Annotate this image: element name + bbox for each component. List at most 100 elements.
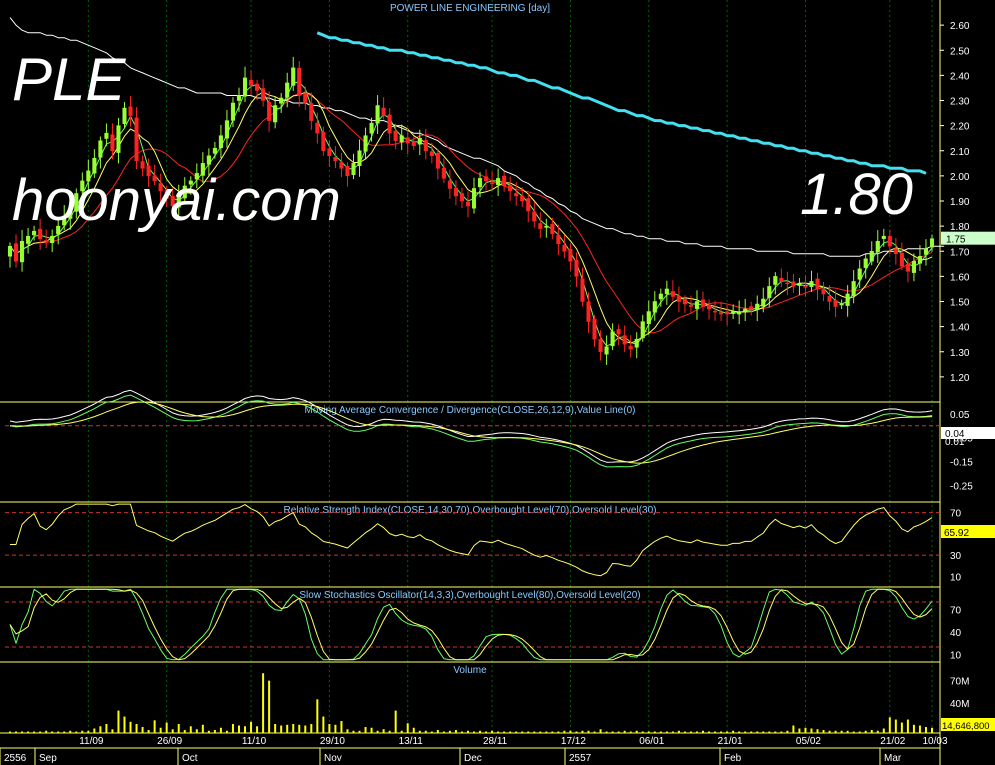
rsi-tick-label: 70 — [950, 509, 962, 520]
volume-bar — [780, 731, 783, 733]
candle-body — [411, 141, 416, 146]
x-axis-date-label: 21/01 — [718, 736, 743, 747]
candle-body — [893, 248, 898, 255]
volume-bar — [57, 731, 60, 733]
volume-bar — [135, 724, 138, 733]
macd-tick-label: -0.15 — [950, 458, 973, 469]
candle-body — [580, 278, 585, 302]
volume-bar — [189, 726, 192, 733]
volume-bar — [111, 729, 114, 733]
volume-bar — [388, 730, 391, 733]
rsi-tick-label: 30 — [950, 551, 962, 562]
volume-bar — [340, 721, 343, 733]
volume-bar — [153, 720, 156, 733]
x-axis-month-label: 2557 — [569, 753, 592, 764]
candle-body — [568, 248, 573, 262]
volume-bar — [479, 730, 482, 733]
candle-body — [50, 235, 55, 244]
volume-bar — [732, 730, 735, 733]
chart-canvas: POWER LINE ENGINEERING [day] Moving Avera… — [0, 0, 995, 765]
candle-body — [899, 252, 904, 267]
volume-bar — [39, 731, 42, 733]
volume-bar — [888, 717, 891, 733]
volume-bar — [171, 729, 174, 733]
x-axis-month-label: Dec — [464, 753, 482, 764]
candle-body — [273, 105, 278, 123]
candle-body — [218, 135, 223, 149]
volume-bar — [87, 730, 90, 733]
rsi-value-label: 65.92 — [944, 528, 969, 539]
volume-bar — [599, 729, 602, 733]
candle-body — [502, 175, 507, 187]
volume-bar — [906, 719, 909, 733]
macd-tick-label: 0.05 — [950, 410, 970, 421]
volume-bar — [99, 726, 102, 733]
candle-body — [471, 188, 477, 209]
price-tick-label: 1.40 — [950, 323, 970, 334]
candle-body — [224, 120, 229, 139]
candle-body — [592, 318, 597, 340]
volume-bar — [683, 731, 686, 733]
x-axis-date-label: 11/10 — [242, 736, 267, 747]
macd-tick-label: -0.25 — [950, 481, 973, 492]
candle-body — [550, 223, 555, 234]
candle-body — [604, 346, 609, 355]
last-price-label: 1.75 — [946, 235, 966, 246]
volume-bar — [292, 724, 295, 733]
volume-title: Volume — [453, 665, 487, 676]
candle-body — [809, 281, 814, 287]
volume-bar — [51, 731, 54, 733]
volume-bar — [876, 730, 879, 733]
volume-bar — [557, 731, 560, 733]
candle-body — [791, 281, 796, 287]
volume-bar — [677, 730, 680, 733]
candle-body — [315, 122, 320, 134]
candle-body — [459, 193, 465, 202]
volume-bar — [129, 721, 132, 733]
candle-body — [387, 114, 392, 134]
volume-bar — [21, 731, 24, 733]
volume-bar — [231, 724, 234, 733]
volume-bar — [448, 730, 451, 733]
volume-bar — [623, 730, 626, 733]
volume-bar — [912, 724, 915, 733]
volume-bar — [575, 731, 578, 733]
volume-bar — [918, 725, 921, 733]
volume-bar — [442, 731, 445, 733]
price-watermark: 1.80 — [800, 162, 913, 227]
candle-body — [441, 167, 446, 179]
volume-bar — [400, 730, 403, 733]
candle-body — [887, 235, 892, 247]
x-axis-month-label: Nov — [324, 753, 342, 764]
x-axis-date-label: 29/10 — [320, 736, 345, 747]
site-watermark: hoonyai.com — [12, 168, 341, 233]
candle-body — [230, 102, 236, 121]
volume-bar — [250, 721, 253, 733]
candle-body — [26, 235, 31, 244]
price-chart-title: POWER LINE ENGINEERING [day] — [390, 3, 550, 14]
volume-bar — [358, 730, 361, 733]
candle-body — [815, 278, 820, 290]
volume-bar — [750, 731, 753, 733]
candle-body — [363, 135, 368, 152]
volume-bar — [491, 730, 494, 733]
volume-bar — [237, 725, 240, 733]
candle-body — [779, 277, 784, 282]
candle-body — [13, 243, 19, 262]
candle-body — [905, 263, 910, 272]
volume-value-label: 14,646,800 — [942, 721, 990, 732]
volume-bar — [310, 724, 313, 733]
macd-signal-label: 0.01 — [945, 437, 965, 448]
volume-bar — [864, 730, 867, 733]
volume-bar — [141, 727, 144, 733]
symbol-watermark: PLE — [12, 46, 126, 113]
candle-body — [785, 282, 790, 285]
volume-bar — [33, 731, 36, 733]
candle-body — [875, 240, 880, 253]
price-tick-label: 2.50 — [950, 46, 970, 57]
volume-bar — [828, 730, 831, 733]
candle-body — [351, 163, 356, 175]
x-axis-date-label: 21/02 — [880, 736, 905, 747]
volume-bar — [551, 731, 554, 733]
candle-body — [664, 288, 669, 295]
